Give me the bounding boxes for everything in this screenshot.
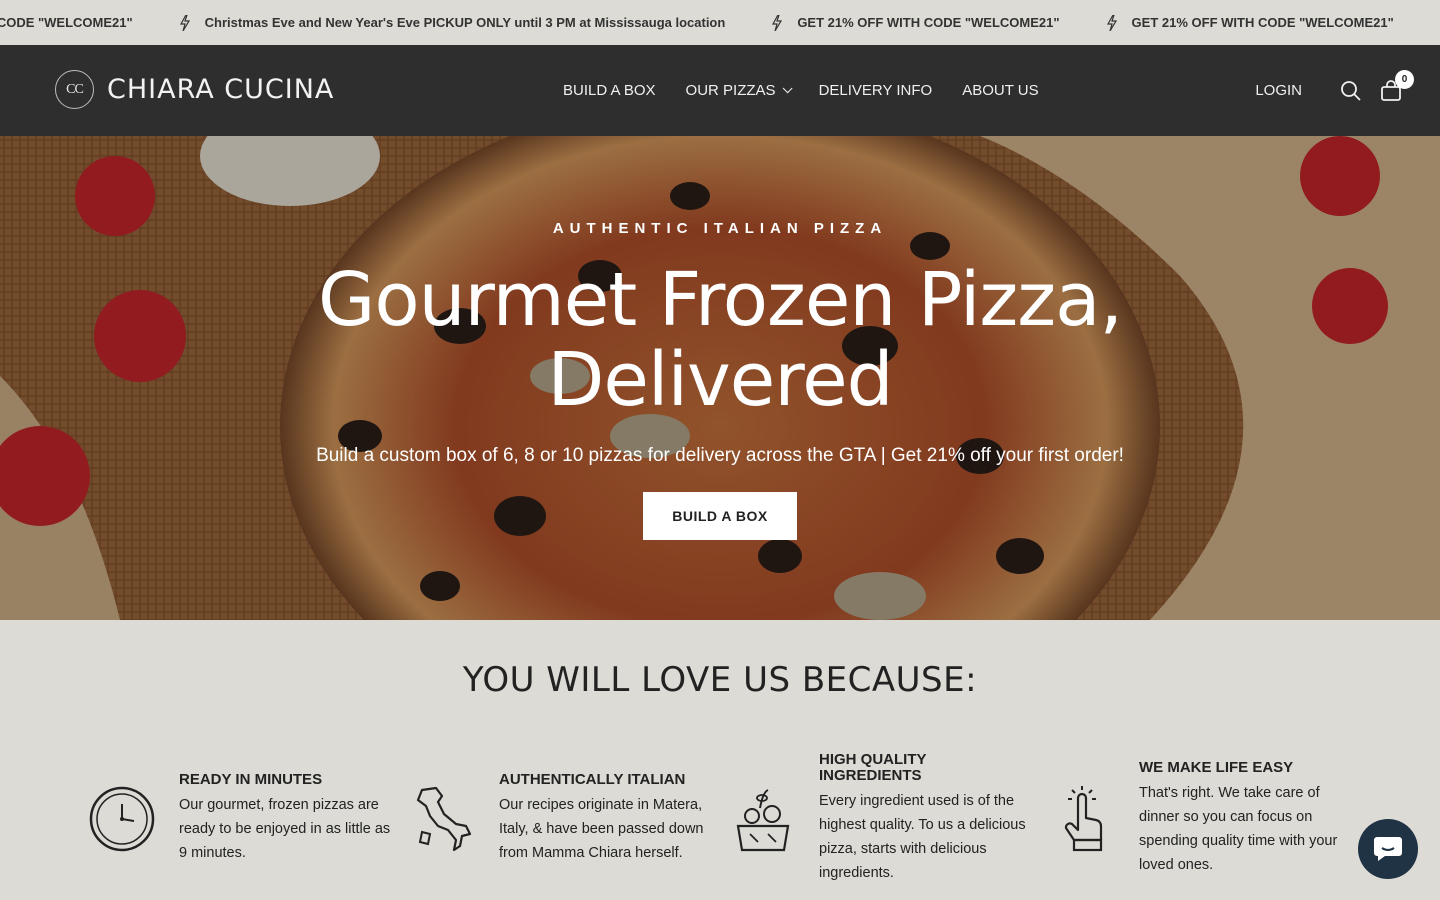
chevron-down-icon xyxy=(782,83,793,94)
announcement-item: GET 21% OFF WITH CODE "WELCOME21" xyxy=(771,14,1060,31)
feature-title: HIGH QUALITY INGREDIENTS xyxy=(819,751,927,784)
feature-title: AUTHENTICALLY ITALIAN xyxy=(499,771,686,788)
header-actions: LOGIN 0 xyxy=(1255,45,1414,136)
announcement-bar: WITH CODE "WELCOME21" Christmas Eve and … xyxy=(0,0,1440,45)
nav-label: OUR PIZZAS xyxy=(685,82,776,99)
lightning-icon xyxy=(179,14,190,31)
site-header: CC CHIARA CUCINA BUILD A BOX OUR PIZZAS … xyxy=(0,45,1440,136)
nav-our-pizzas[interactable]: OUR PIZZAS xyxy=(685,82,793,99)
announcement-text: Christmas Eve and New Year's Eve PICKUP … xyxy=(204,15,726,30)
hero-banner: AUTHENTIC ITALIAN PIZZA Gourmet Frozen P… xyxy=(0,136,1440,620)
nav-delivery-info[interactable]: DELIVERY INFO xyxy=(819,82,933,99)
feature-title: READY IN MINUTES xyxy=(179,771,323,788)
announcement-item: GET 21% OFF WITH CODE "WELCOME21" xyxy=(1106,14,1394,31)
build-a-box-button[interactable]: BUILD A BOX xyxy=(643,492,797,540)
login-link[interactable]: LOGIN xyxy=(1255,82,1302,99)
nav-label: BUILD A BOX xyxy=(563,82,656,99)
lightning-icon xyxy=(772,14,783,31)
hero-title: Gourmet Frozen Pizza, Delivered xyxy=(318,257,1123,423)
feature-title: WE MAKE LIFE EASY xyxy=(1139,759,1294,776)
italy-map-icon xyxy=(416,786,472,852)
feature-text: Our gourmet, frozen pizzas are ready to … xyxy=(179,797,391,861)
clock-icon xyxy=(89,786,155,852)
lightning-icon xyxy=(1106,14,1117,31)
logo-mark: CC xyxy=(55,70,94,109)
announcement-text: WITH CODE "WELCOME21" xyxy=(0,15,133,30)
hero-eyebrow: AUTHENTIC ITALIAN PIZZA xyxy=(552,220,888,237)
feature-text: That's right. We take care of dinner so … xyxy=(1139,785,1338,873)
nav-label: ABOUT US xyxy=(962,82,1039,99)
hero-subtitle: Build a custom box of 6, 8 or 10 pizzas … xyxy=(316,445,1124,466)
hand-tap-icon xyxy=(1064,786,1103,852)
logo-text: CHIARA CUCINA xyxy=(107,74,335,105)
cart-button[interactable]: 0 xyxy=(1380,69,1414,102)
announcement-item: WITH CODE "WELCOME21" xyxy=(0,15,133,30)
search-icon[interactable] xyxy=(1340,80,1362,102)
nav-about-us[interactable]: ABOUT US xyxy=(962,82,1038,99)
nav-build-a-box[interactable]: BUILD A BOX xyxy=(563,82,656,99)
ingredients-icon xyxy=(736,789,790,852)
announcement-track: WITH CODE "WELCOME21" Christmas Eve and … xyxy=(0,0,1440,45)
features-heading: YOU WILL LOVE US BECAUSE: xyxy=(462,660,978,700)
logo[interactable]: CC CHIARA CUCINA xyxy=(55,70,334,109)
feature-text: Every ingredient used is of the highest … xyxy=(819,793,1026,881)
chat-bubble-icon xyxy=(1374,837,1402,861)
main-nav: BUILD A BOX OUR PIZZAS DELIVERY INFO ABO… xyxy=(563,45,1069,136)
nav-label: DELIVERY INFO xyxy=(818,82,933,99)
chat-button[interactable] xyxy=(1358,819,1418,879)
announcement-text: GET 21% OFF WITH CODE "WELCOME21" xyxy=(1131,15,1394,30)
announcement-item: Christmas Eve and New Year's Eve PICKUP … xyxy=(179,14,726,31)
announcement-text: GET 21% OFF WITH CODE "WELCOME21" xyxy=(797,15,1060,30)
feature-text: Our recipes originate in Matera, Italy, … xyxy=(499,797,704,861)
cart-count-badge: 0 xyxy=(1395,69,1414,89)
